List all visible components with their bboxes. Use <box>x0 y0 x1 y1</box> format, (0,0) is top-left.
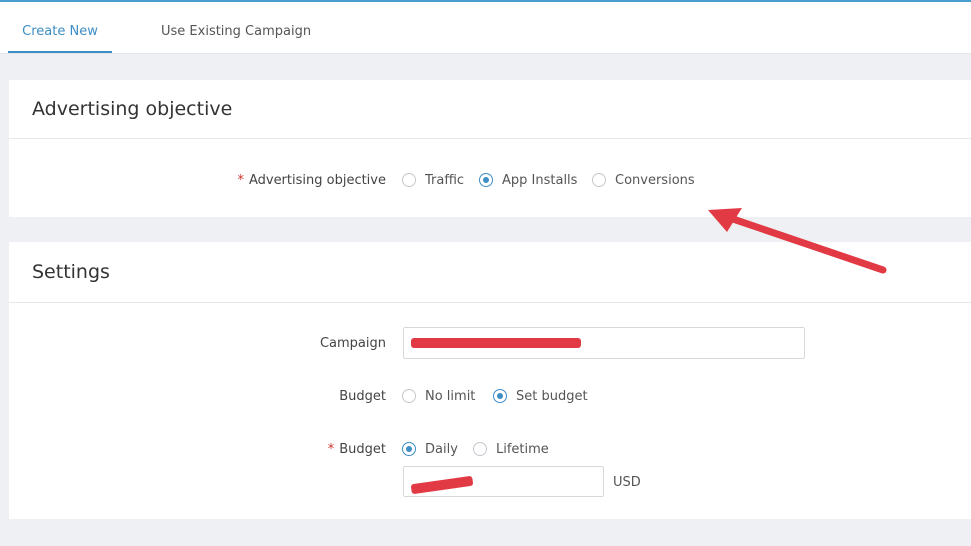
objective-option-conversions-label: Conversions <box>615 173 695 188</box>
budget-type-option-daily-label: Daily <box>425 442 458 457</box>
budget-label: Budget <box>339 389 386 404</box>
advertising-objective-label: * Advertising objective <box>237 169 386 193</box>
radio-lifetime[interactable] <box>473 442 487 456</box>
radio-traffic[interactable] <box>402 173 416 187</box>
budget-type-option-daily[interactable]: Daily <box>402 438 458 462</box>
budget-option-no-limit-label: No limit <box>425 389 476 404</box>
required-marker: * <box>327 442 335 457</box>
radio-no-limit[interactable] <box>402 389 416 403</box>
advertising-objective-title: Advertising objective <box>9 80 971 139</box>
objective-option-app-installs[interactable]: App Installs <box>479 169 577 193</box>
budget-option-set-budget-label: Set budget <box>516 389 588 404</box>
budget-type-row: * Budget Daily Lifetime <box>9 438 971 462</box>
budget-type-label: * Budget <box>328 438 386 462</box>
campaign-label: Campaign <box>319 336 386 351</box>
objective-option-traffic[interactable]: Traffic <box>402 169 464 193</box>
objective-option-traffic-label: Traffic <box>425 173 465 188</box>
budget-type-option-lifetime-label: Lifetime <box>496 442 549 457</box>
objective-option-app-installs-label: App Installs <box>502 173 578 188</box>
budget-type-label-text: Budget <box>339 442 386 457</box>
budget-type-option-lifetime[interactable]: Lifetime <box>473 438 549 462</box>
budget-option-set-budget[interactable]: Set budget <box>493 385 588 409</box>
redaction-mark <box>411 338 581 348</box>
radio-set-budget[interactable] <box>493 389 507 403</box>
settings-card: Settings Campaign Budget No limit Set bu… <box>9 242 971 519</box>
advertising-objective-label-text: Advertising objective <box>248 173 386 188</box>
tab-create-new[interactable]: Create New <box>8 2 112 53</box>
budget-row: Budget No limit Set budget <box>9 385 971 409</box>
settings-title: Settings <box>9 242 971 303</box>
radio-app-installs[interactable] <box>479 173 493 187</box>
advertising-objective-card: Advertising objective * Advertising objec… <box>9 80 971 217</box>
tab-use-existing-campaign[interactable]: Use Existing Campaign <box>161 2 311 53</box>
budget-option-no-limit[interactable]: No limit <box>402 385 475 409</box>
radio-daily[interactable] <box>402 442 416 456</box>
advertising-objective-row: * Advertising objective Traffic App Insta… <box>9 169 971 193</box>
radio-conversions[interactable] <box>592 173 606 187</box>
tab-bar: Create New Use Existing Campaign <box>0 2 971 54</box>
required-marker: * <box>237 173 244 188</box>
currency-label: USD <box>613 475 641 490</box>
objective-option-conversions[interactable]: Conversions <box>592 169 695 193</box>
